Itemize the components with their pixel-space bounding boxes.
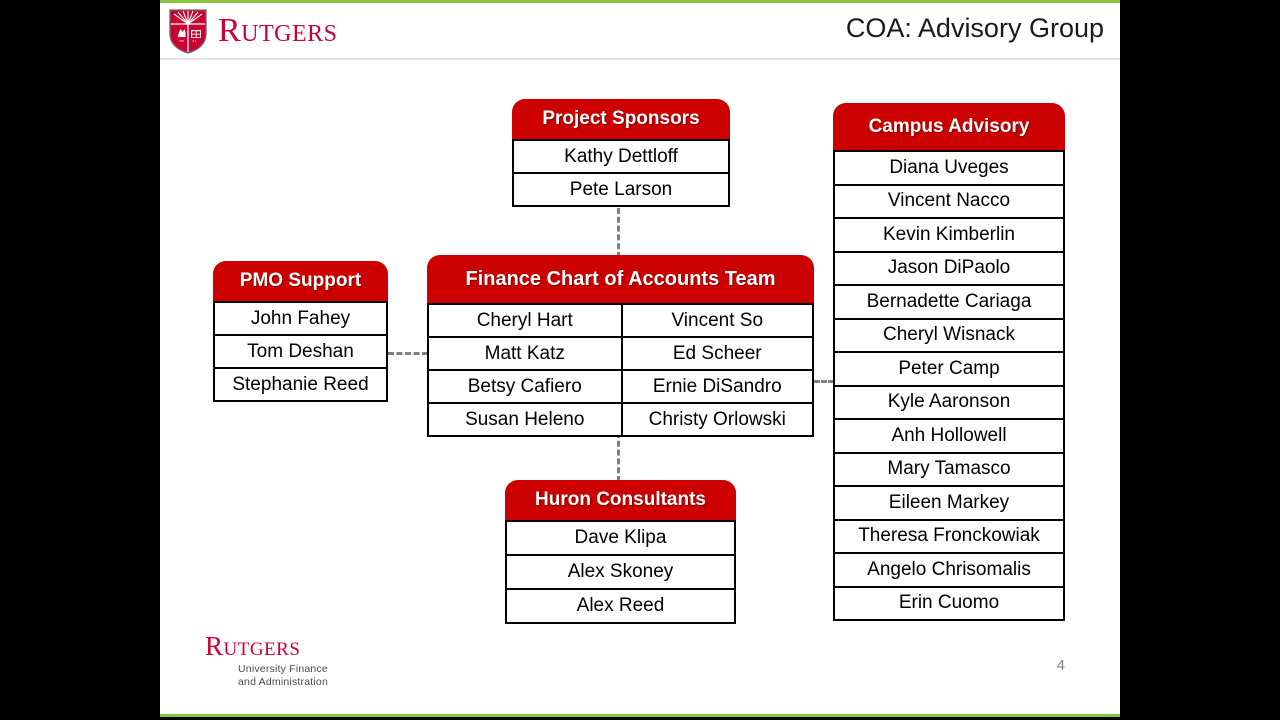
org-member-cell: Matt Katz bbox=[484, 342, 565, 364]
video-viewport: 1766 N.J. Rutgers COA: Advisory Group Pr… bbox=[0, 0, 1280, 720]
org-box-campus-advisory: Campus Advisory Diana Uveges Vincent Nac… bbox=[833, 103, 1065, 621]
org-box-member-grid: Cheryl Hart Vincent So Matt Katz Ed Sche… bbox=[427, 303, 814, 437]
org-member-cell: Ernie DiSandro bbox=[620, 371, 813, 402]
connector-finance-to-huron bbox=[617, 432, 620, 482]
org-member-cell: Betsy Cafiero bbox=[467, 375, 582, 397]
org-box-title: Finance Chart of Accounts Team bbox=[427, 255, 814, 303]
org-member-row: Cheryl Wisnack bbox=[835, 317, 1063, 351]
org-box-project-sponsors: Project Sponsors Kathy Dettloff Pete Lar… bbox=[512, 99, 730, 207]
org-member-row: Mary Tamasco bbox=[835, 451, 1063, 485]
slide-page-number: 4 bbox=[1056, 657, 1065, 674]
rutgers-shield-icon: 1766 N.J. bbox=[169, 9, 207, 54]
org-member-row: Vincent Nacco bbox=[835, 183, 1063, 217]
slide-canvas: 1766 N.J. Rutgers COA: Advisory Group Pr… bbox=[160, 3, 1120, 714]
org-box-finance-chart-of-accounts-team: Finance Chart of Accounts Team Cheryl Ha… bbox=[427, 255, 814, 437]
org-box-member-list: Dave Klipa Alex Skoney Alex Reed bbox=[505, 520, 736, 624]
connector-finance-to-advisory bbox=[814, 380, 834, 383]
slide-title: COA: Advisory Group bbox=[845, 13, 1104, 43]
footer-unit-name: University Finance and Administration bbox=[238, 663, 375, 689]
svg-text:N.J.: N.J. bbox=[192, 40, 197, 43]
header-divider bbox=[160, 58, 1120, 61]
org-box-member-list: John Fahey Tom Deshan Stephanie Reed bbox=[213, 301, 388, 402]
org-member-row: Tom Deshan bbox=[215, 334, 386, 367]
footer-wordmark: Rutgers bbox=[205, 630, 301, 661]
org-box-member-list: Kathy Dettloff Pete Larson bbox=[512, 139, 730, 207]
org-member-row: Susan Heleno Christy Orlowski bbox=[429, 402, 812, 435]
connector-sponsors-to-finance bbox=[617, 208, 620, 258]
org-member-row: Alex Reed bbox=[507, 588, 734, 622]
org-box-member-list: Diana Uveges Vincent Nacco Kevin Kimberl… bbox=[833, 150, 1065, 621]
org-member-row: John Fahey bbox=[215, 301, 386, 334]
footer-unit-line-2: and Administration bbox=[238, 675, 328, 688]
org-member-row: Eileen Markey bbox=[835, 485, 1063, 519]
org-member-row: Kevin Kimberlin bbox=[835, 217, 1063, 251]
org-member-row: Betsy Cafiero Ernie DiSandro bbox=[429, 369, 812, 402]
org-member-row: Stephanie Reed bbox=[215, 367, 386, 400]
org-member-row: Angelo Chrisomalis bbox=[835, 552, 1063, 586]
org-member-cell: Christy Orlowski bbox=[620, 404, 813, 435]
org-member-row: Kyle Aaronson bbox=[835, 384, 1063, 418]
org-member-row: Pete Larson bbox=[514, 172, 728, 205]
org-box-title: Campus Advisory bbox=[833, 103, 1065, 150]
org-member-cell: Ed Scheer bbox=[620, 338, 813, 369]
rutgers-wordmark: Rutgers bbox=[218, 12, 338, 49]
org-member-cell: Cheryl Hart bbox=[476, 309, 573, 331]
rutgers-brand-lockup: 1766 N.J. Rutgers bbox=[168, 6, 338, 56]
org-member-row: Bernadette Cariaga bbox=[835, 284, 1063, 318]
org-member-row: Matt Katz Ed Scheer bbox=[429, 336, 812, 369]
connector-pmo-to-finance bbox=[388, 352, 428, 355]
org-member-row: Theresa Fronckowiak bbox=[835, 518, 1063, 552]
org-box-title: Huron Consultants bbox=[505, 480, 736, 520]
org-box-title: Project Sponsors bbox=[512, 99, 730, 139]
org-box-pmo-support: PMO Support John Fahey Tom Deshan Stepha… bbox=[213, 261, 388, 402]
footer-unit-line-1: University Finance bbox=[238, 662, 328, 675]
footer-rutgers-logo: Rutgers University Finance and Administr… bbox=[205, 630, 375, 689]
org-member-row: Jason DiPaolo bbox=[835, 250, 1063, 284]
org-member-row: Erin Cuomo bbox=[835, 585, 1063, 619]
org-member-row: Peter Camp bbox=[835, 351, 1063, 385]
frame-accent-line-bottom bbox=[160, 714, 1120, 717]
slide-header: 1766 N.J. Rutgers COA: Advisory Group bbox=[160, 3, 1120, 61]
org-member-row: Diana Uveges bbox=[835, 150, 1063, 184]
org-member-row: Alex Skoney bbox=[507, 554, 734, 588]
org-box-huron-consultants: Huron Consultants Dave Klipa Alex Skoney… bbox=[505, 480, 736, 624]
org-member-cell: Vincent So bbox=[620, 305, 813, 336]
org-member-row: Kathy Dettloff bbox=[514, 139, 728, 172]
org-member-row: Dave Klipa bbox=[507, 520, 734, 554]
org-member-row: Anh Hollowell bbox=[835, 418, 1063, 452]
svg-text:1766: 1766 bbox=[179, 40, 185, 43]
org-member-row: Cheryl Hart Vincent So bbox=[429, 303, 812, 336]
org-box-title: PMO Support bbox=[213, 261, 388, 301]
org-member-cell: Susan Heleno bbox=[465, 408, 585, 430]
